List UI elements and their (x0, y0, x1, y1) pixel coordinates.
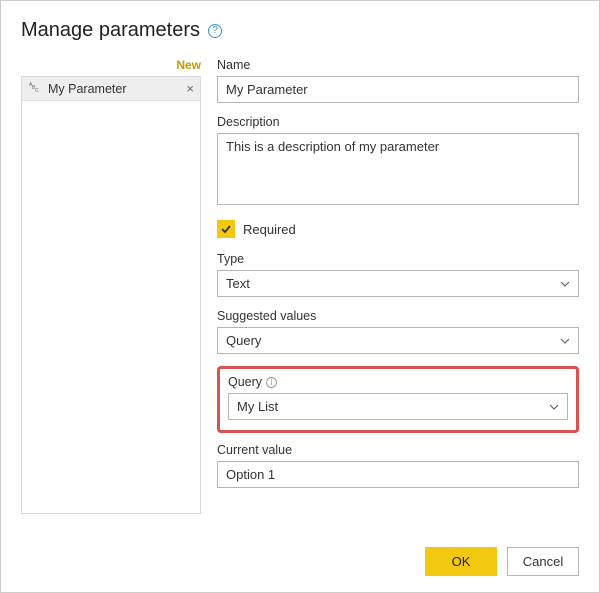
name-label: Name (217, 58, 579, 72)
query-select[interactable]: My List (228, 393, 568, 420)
parameter-item-label: My Parameter (48, 82, 180, 96)
description-label: Description (217, 115, 579, 129)
required-label: Required (243, 222, 296, 237)
new-parameter-link[interactable]: New (176, 58, 201, 72)
svg-text:C: C (35, 88, 39, 93)
delete-parameter-icon[interactable]: × (186, 82, 194, 95)
manage-parameters-dialog: Manage parameters ? New A B C My Paramet… (0, 0, 600, 593)
parameter-list-item[interactable]: A B C My Parameter × (22, 77, 200, 101)
name-input[interactable] (217, 76, 579, 103)
ok-button[interactable]: OK (425, 547, 497, 576)
info-icon[interactable]: i (266, 377, 277, 388)
type-select-value: Text (226, 276, 250, 291)
query-label: Query (228, 375, 262, 389)
parameter-type-icon: A B C (28, 81, 42, 96)
current-value-input[interactable] (217, 461, 579, 488)
suggested-values-select[interactable]: Query (217, 327, 579, 354)
type-select[interactable]: Text (217, 270, 579, 297)
required-checkbox[interactable] (217, 220, 235, 238)
suggested-values-select-value: Query (226, 333, 261, 348)
suggested-values-label: Suggested values (217, 309, 579, 323)
query-select-value: My List (237, 399, 278, 414)
description-textarea[interactable]: This is a description of my parameter (217, 133, 579, 205)
parameter-list: A B C My Parameter × (21, 76, 201, 514)
query-field-highlight: Query i My List (217, 366, 579, 433)
type-label: Type (217, 252, 579, 266)
help-icon[interactable]: ? (208, 24, 222, 38)
current-value-label: Current value (217, 443, 579, 457)
parameter-form: Name Description This is a description o… (217, 58, 579, 514)
dialog-header: Manage parameters ? (21, 19, 579, 42)
parameters-sidebar: New A B C My Parameter × (21, 58, 201, 514)
dialog-footer: OK Cancel (425, 547, 579, 576)
dialog-title: Manage parameters (21, 19, 200, 42)
cancel-button[interactable]: Cancel (507, 547, 579, 576)
